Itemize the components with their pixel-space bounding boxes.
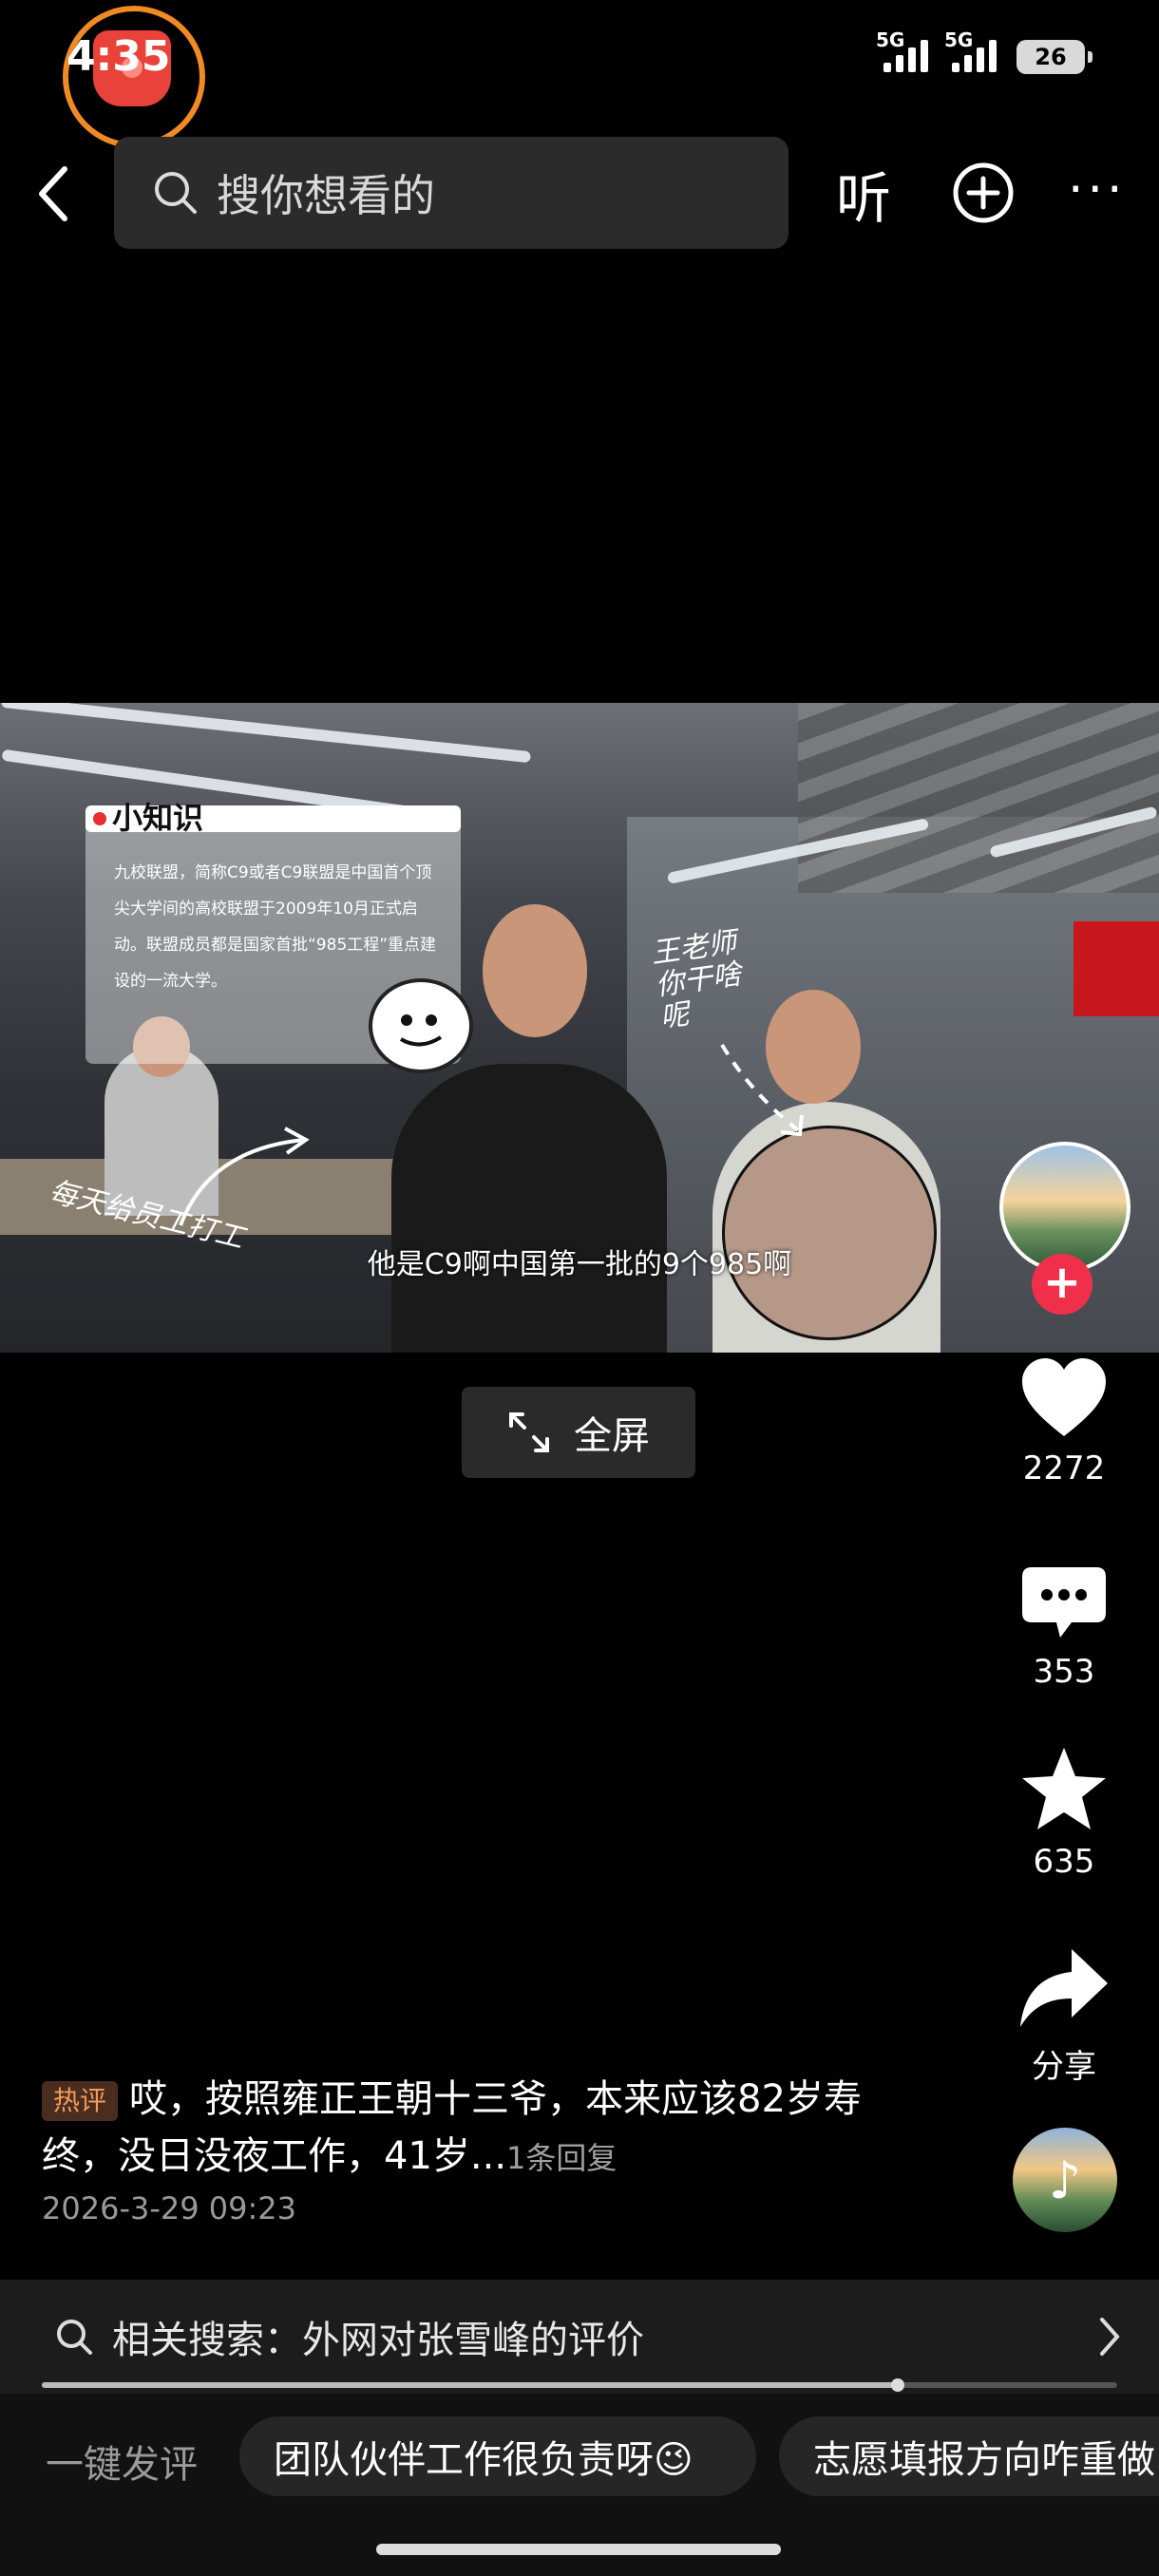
listen-button[interactable]: 听: [836, 154, 891, 234]
person-main-head: [483, 904, 587, 1037]
hot-comment[interactable]: 热评 哎，按照雍正王朝十三爷，本来应该82岁寿终，没日没夜工作，41岁...1条回…: [42, 2071, 935, 2187]
playback-progress[interactable]: [42, 2378, 1117, 2392]
zoom-circle: [722, 1126, 937, 1340]
progress-handle[interactable]: [891, 2378, 905, 2392]
signal-icon-1: 5G: [876, 28, 928, 72]
reply-count[interactable]: 1条回复: [506, 2140, 617, 2176]
comment-count: 353: [1033, 1653, 1095, 1691]
search-icon: [155, 172, 197, 214]
back-button[interactable]: [27, 160, 80, 228]
comment-icon: [1022, 1567, 1106, 1638]
status-bar: 4:35 5G 5G 26: [0, 0, 1159, 148]
hand-text-right: 王老师你干啥呢: [649, 925, 744, 1035]
dashed-arrow-icon: [720, 1043, 804, 1137]
share-label: 分享: [1032, 2048, 1096, 2086]
quick-comment-chip-2[interactable]: 志愿填报方向咋重做: [779, 2416, 1159, 2496]
search-placeholder: 搜你想看的: [217, 170, 435, 221]
related-search-bar[interactable]: 相关搜索：外网对张雪峰的评价: [0, 2280, 1159, 2394]
doodle-face-icon: [369, 978, 473, 1073]
expand-icon: [509, 1412, 549, 1452]
chevron-left-icon: [39, 166, 67, 221]
red-banner: [1074, 921, 1159, 1016]
hot-tag-badge: 热评: [42, 2081, 119, 2121]
info-card-title: 小知识: [86, 800, 461, 836]
heart-icon: [1022, 1358, 1106, 1436]
comment-button[interactable]: 353: [1007, 1563, 1121, 1691]
plus-circle-icon: [953, 162, 1014, 223]
fullscreen-button[interactable]: 全屏: [462, 1387, 695, 1478]
battery-icon: 26: [1016, 40, 1092, 74]
signal-icon-2: 5G: [944, 28, 997, 72]
progress-fill: [42, 2382, 899, 2388]
follow-button[interactable]: +: [1032, 1254, 1092, 1315]
video-player[interactable]: 小知识 九校联盟，简称C9或者C9联盟是中国首个顶尖大学间的高校联盟于2009年…: [0, 703, 1159, 1353]
search-bar[interactable]: 搜你想看的: [114, 137, 788, 249]
fullscreen-label: 全屏: [574, 1414, 650, 1458]
favorite-button[interactable]: 635: [1007, 1746, 1121, 1881]
one-key-comment[interactable]: 一键发评: [46, 2434, 198, 2489]
status-time: 4:35: [66, 32, 171, 81]
favorite-count: 635: [1033, 1843, 1095, 1881]
music-disc-icon[interactable]: ♪: [1013, 2128, 1117, 2232]
chevron-right-icon: [1100, 2318, 1120, 2356]
hot-comment-text: 哎，按照雍正王朝十三爷，本来应该82岁寿终，没日没夜工作，41岁...: [42, 2077, 862, 2178]
quick-comment-chip-1[interactable]: 团队伙伴工作很负责呀😉: [239, 2416, 756, 2496]
star-icon: [1022, 1748, 1106, 1829]
share-button[interactable]: 分享: [1007, 1945, 1121, 2087]
related-search-text: 相关搜索：外网对张雪峰的评价: [112, 2319, 644, 2362]
add-button[interactable]: [952, 161, 1015, 228]
home-indicator[interactable]: [376, 2544, 781, 2555]
comment-time: 2026-3-29 09:23: [42, 2190, 296, 2226]
share-icon: [1020, 1949, 1108, 2027]
person-main: [391, 1064, 667, 1353]
like-button[interactable]: 2272: [1007, 1356, 1121, 1487]
like-count: 2272: [1022, 1449, 1106, 1487]
search-icon: [57, 2320, 92, 2355]
video-subtitle: 他是C9啊中国第一批的9个985啊: [367, 1248, 792, 1281]
more-options-icon[interactable]: ···: [1068, 165, 1127, 215]
info-card-text: 九校联盟，简称C9或者C9联盟是中国首个顶尖大学间的高校联盟于2009年10月正…: [114, 863, 437, 991]
ceiling-stripes: [798, 703, 1159, 893]
arrow-doodle-icon: [179, 1127, 310, 1226]
